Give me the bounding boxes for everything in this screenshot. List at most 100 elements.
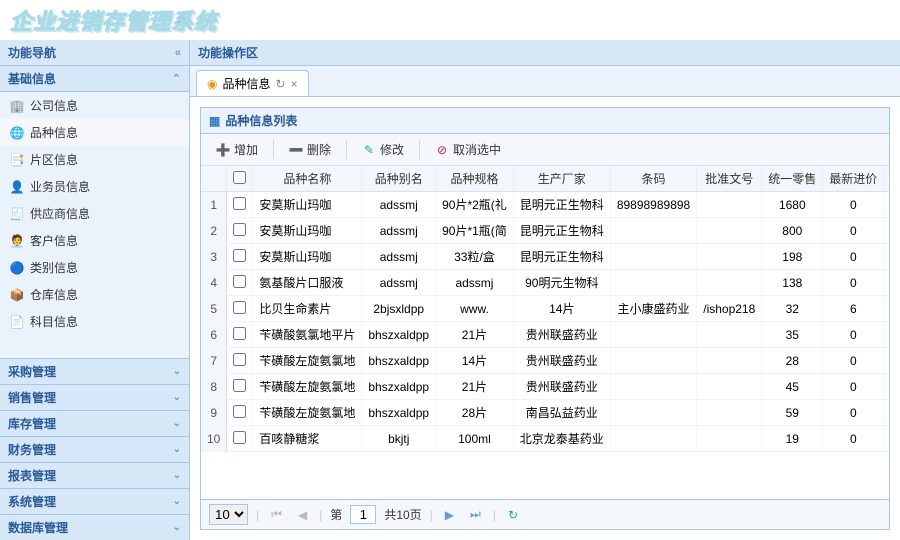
col-5[interactable]: 批准文号 xyxy=(697,166,762,192)
table-row[interactable]: 2安莫斯山玛咖adssmj90片*1瓶(简昆明元正生物科8000瓶中成药20 xyxy=(201,218,889,244)
sidebar-item-0[interactable]: 🏢公司信息 xyxy=(0,92,189,119)
row-check[interactable] xyxy=(233,223,246,236)
sidebar-group-2[interactable]: 库存管理⌄ xyxy=(0,410,189,436)
sidebar-item-2[interactable]: 📑片区信息 xyxy=(0,146,189,173)
chevron-down-icon: ⌄ xyxy=(173,366,181,377)
reload-icon[interactable]: ↻ xyxy=(276,77,286,91)
col-4[interactable]: 条码 xyxy=(610,166,696,192)
sidebar-item-1[interactable]: 🌐品种信息 xyxy=(0,119,189,146)
check-all[interactable] xyxy=(233,171,246,184)
row-check[interactable] xyxy=(233,197,246,210)
group-label: 报表管理 xyxy=(8,467,56,484)
delete-button[interactable]: ➖删除 xyxy=(280,138,340,161)
group-label: 采购管理 xyxy=(8,363,56,380)
table-row[interactable]: 4氨基酸片口服液adssmjadssmj90明元生物科1380袋中成药20 xyxy=(201,270,889,296)
sidebar-item-4[interactable]: 🧾供应商信息 xyxy=(0,200,189,227)
chevron-down-icon: ⌄ xyxy=(173,522,181,533)
nav-item-label: 业务员信息 xyxy=(30,178,90,195)
refresh-button[interactable]: ↻ xyxy=(504,508,522,522)
app-title: 企业进销存管理系统 xyxy=(10,4,217,36)
nav-item-label: 仓库信息 xyxy=(30,286,78,303)
globe-icon: ◉ xyxy=(207,77,217,91)
table-row[interactable]: 1安莫斯山玛咖adssmj90片*2瓶(礼昆明元正生物科898989898981… xyxy=(201,192,889,218)
nav-item-label: 供应商信息 xyxy=(30,205,90,222)
col-7[interactable]: 最新进价 xyxy=(823,166,884,192)
nav-item-label: 科目信息 xyxy=(30,313,78,330)
edit-button[interactable]: ✎修改 xyxy=(353,138,413,161)
table-row[interactable]: 9苄磺酸左旋氨氯地bhszxaldpp28片南昌弘益药业590盒中成药20 xyxy=(201,400,889,426)
prev-page-button[interactable]: ◀ xyxy=(294,508,311,522)
table-row[interactable]: 7苄磺酸左旋氨氯地bhszxaldpp14片贵州联盛药业280盒中成药20 xyxy=(201,348,889,374)
sidebar-item-3[interactable]: 👤 业务员信息 xyxy=(0,173,189,200)
sidebar-group-0[interactable]: 采购管理 ⌄ xyxy=(0,358,189,384)
nav-icon: 🏢 xyxy=(10,99,24,113)
pager: 10 | ⏮ ◀ | 第 共10页 | ▶ ⏭ | ↻ xyxy=(201,499,889,529)
page-size-select[interactable]: 10 xyxy=(209,504,248,525)
table-row[interactable]: 5比贝生命素片2bjsxldppwww.14片主小康盛药业/ishop21832… xyxy=(201,296,889,322)
group-label: 库存管理 xyxy=(8,415,56,432)
row-check[interactable] xyxy=(233,379,246,392)
last-page-button[interactable]: ⏭ xyxy=(466,507,485,522)
row-check[interactable] xyxy=(233,301,246,314)
sidebar-group-3[interactable]: 财务管理 ⌄ xyxy=(0,436,189,462)
sidebar-item-7[interactable]: 📦 仓库信息 xyxy=(0,281,189,308)
sidebar-group-6[interactable]: 数据库管理⌄ xyxy=(0,514,189,540)
nav-item-label: 客户信息 xyxy=(30,232,78,249)
app-title-bar: 企业进销存管理系统 xyxy=(0,0,900,40)
sidebar-group-5[interactable]: 系统管理⌄ xyxy=(0,488,189,514)
close-icon[interactable]: × xyxy=(291,77,298,91)
chevron-down-icon: ⌄ xyxy=(173,444,181,455)
group-label: 财务管理 xyxy=(8,441,56,458)
collapse-icon[interactable]: « xyxy=(175,47,181,59)
op-header: 功能操作区 xyxy=(190,40,900,66)
sidebar-item-8[interactable]: 📄 科目信息 xyxy=(0,308,189,335)
col-3[interactable]: 生产厂家 xyxy=(513,166,610,192)
row-check[interactable] xyxy=(233,275,246,288)
cancel-select-button[interactable]: ⊘取消选中 xyxy=(426,138,510,161)
sidebar: 功能导航 « 基础信息 ⌃ 🏢公司信息🌐品种信息📑片区信息 👤 业务员信息 🧾供应商信… xyxy=(0,40,190,540)
row-check[interactable] xyxy=(233,327,246,340)
row-check[interactable] xyxy=(233,405,246,418)
sidebar-item-5[interactable]: 🧑‍💼 客户信息 xyxy=(0,227,189,254)
sidebar-group-1[interactable]: 销售管理 ⌄ xyxy=(0,384,189,410)
chevron-up-icon[interactable]: ⌃ xyxy=(172,72,181,85)
table-row[interactable]: 3安莫斯山玛咖adssmj33粒/盒昆明元正生物科1980盒中成药20 xyxy=(201,244,889,270)
group-label: 系统管理 xyxy=(8,493,56,510)
col-0[interactable]: 品种名称 xyxy=(253,166,362,192)
nav-icon: 📄 xyxy=(10,315,24,329)
baseinfo-header[interactable]: 基础信息 ⌃ xyxy=(0,66,189,92)
chevron-down-icon: ⌄ xyxy=(173,392,181,403)
next-page-button[interactable]: ▶ xyxy=(441,508,458,522)
col-6[interactable]: 统一零售 xyxy=(762,166,823,192)
nav-header: 功能导航 « xyxy=(0,40,189,66)
table-row[interactable]: 8苄磺酸左旋氨氯地bhszxaldpp21片贵州联盛药业450盒中成药20 xyxy=(201,374,889,400)
table-row[interactable]: 6苄磺酸氨氯地平片bhszxaldpp21片贵州联盛药业350盒中成药20 xyxy=(201,322,889,348)
table-row[interactable]: 10百咳静糖浆bkjtj100ml北京龙泰基药业190瓶中成药20 xyxy=(201,426,889,452)
variety-table: 品种名称品种别名品种规格生产厂家条码批准文号统一零售最新进价单位产品类修 1安莫… xyxy=(201,166,889,452)
row-check[interactable] xyxy=(233,249,246,262)
main-area: 功能操作区 ◉ 品种信息 ↻ × ▦ 品种信息列表 ➕增加 xyxy=(190,40,900,540)
col-8[interactable]: 单位 xyxy=(884,166,889,192)
tab-variety-info[interactable]: ◉ 品种信息 ↻ × xyxy=(196,70,309,96)
row-check[interactable] xyxy=(233,353,246,366)
nav-item-label: 品种信息 xyxy=(30,124,78,141)
nav-item-label: 片区信息 xyxy=(30,151,78,168)
col-1[interactable]: 品种别名 xyxy=(362,166,436,192)
group-label: 销售管理 xyxy=(8,389,56,406)
col-check xyxy=(227,166,253,192)
page-input[interactable] xyxy=(350,505,376,524)
cancel-icon: ⊘ xyxy=(435,143,449,157)
sidebar-group-4[interactable]: 报表管理⌄ xyxy=(0,462,189,488)
nav-icon: 👤 xyxy=(10,180,24,194)
first-page-button[interactable]: ⏮ xyxy=(267,507,286,522)
sidebar-item-6[interactable]: 🔵类别信息 xyxy=(0,254,189,281)
col-2[interactable]: 品种规格 xyxy=(436,166,514,192)
minus-icon: ➖ xyxy=(289,143,303,157)
list-panel: ▦ 品种信息列表 ➕增加 ➖删除 ✎修改 ⊘取消选中 品种名 xyxy=(200,107,890,530)
tab-bar: ◉ 品种信息 ↻ × xyxy=(190,66,900,97)
row-check[interactable] xyxy=(233,431,246,444)
nav-icon: 📦 xyxy=(10,288,24,302)
panel-title: ▦ 品种信息列表 xyxy=(201,108,889,134)
nav-icon: 🧑‍💼 xyxy=(10,234,24,248)
add-button[interactable]: ➕增加 xyxy=(207,138,267,161)
